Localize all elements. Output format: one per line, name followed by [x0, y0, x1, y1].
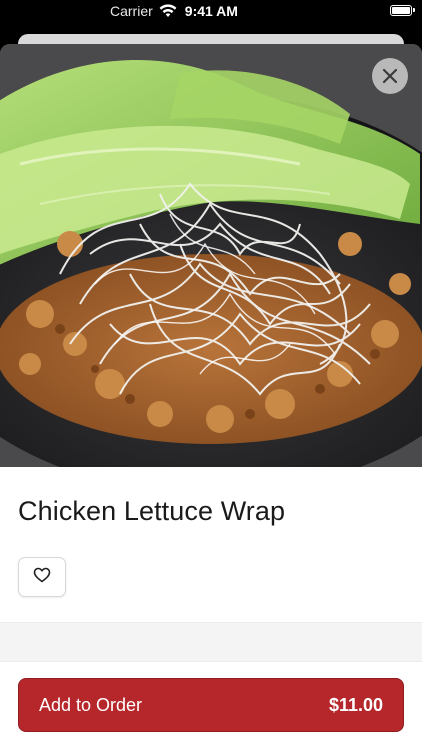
item-photo [0, 44, 422, 467]
add-to-order-button[interactable]: Add to Order $11.00 [18, 678, 404, 732]
close-button[interactable] [372, 58, 408, 94]
item-title: Chicken Lettuce Wrap [18, 496, 286, 526]
add-to-order-label: Add to Order [39, 694, 143, 715]
item-price: $11.00 [328, 694, 383, 715]
close-icon [382, 68, 398, 84]
item-detail-sheet: Chicken Lettuce Wrap Add to Order $11.00 [0, 44, 422, 750]
wifi-icon [159, 4, 177, 18]
status-bar: Carrier 9:41 AM [0, 0, 422, 24]
section-divider [0, 622, 422, 662]
status-time: 9:41 AM [184, 3, 238, 19]
favorite-button[interactable] [18, 557, 66, 597]
carrier-label: Carrier [110, 3, 153, 19]
status-left: Carrier 9:41 AM [110, 3, 238, 19]
heart-outline-icon [33, 567, 51, 588]
battery-icon [390, 5, 415, 16]
